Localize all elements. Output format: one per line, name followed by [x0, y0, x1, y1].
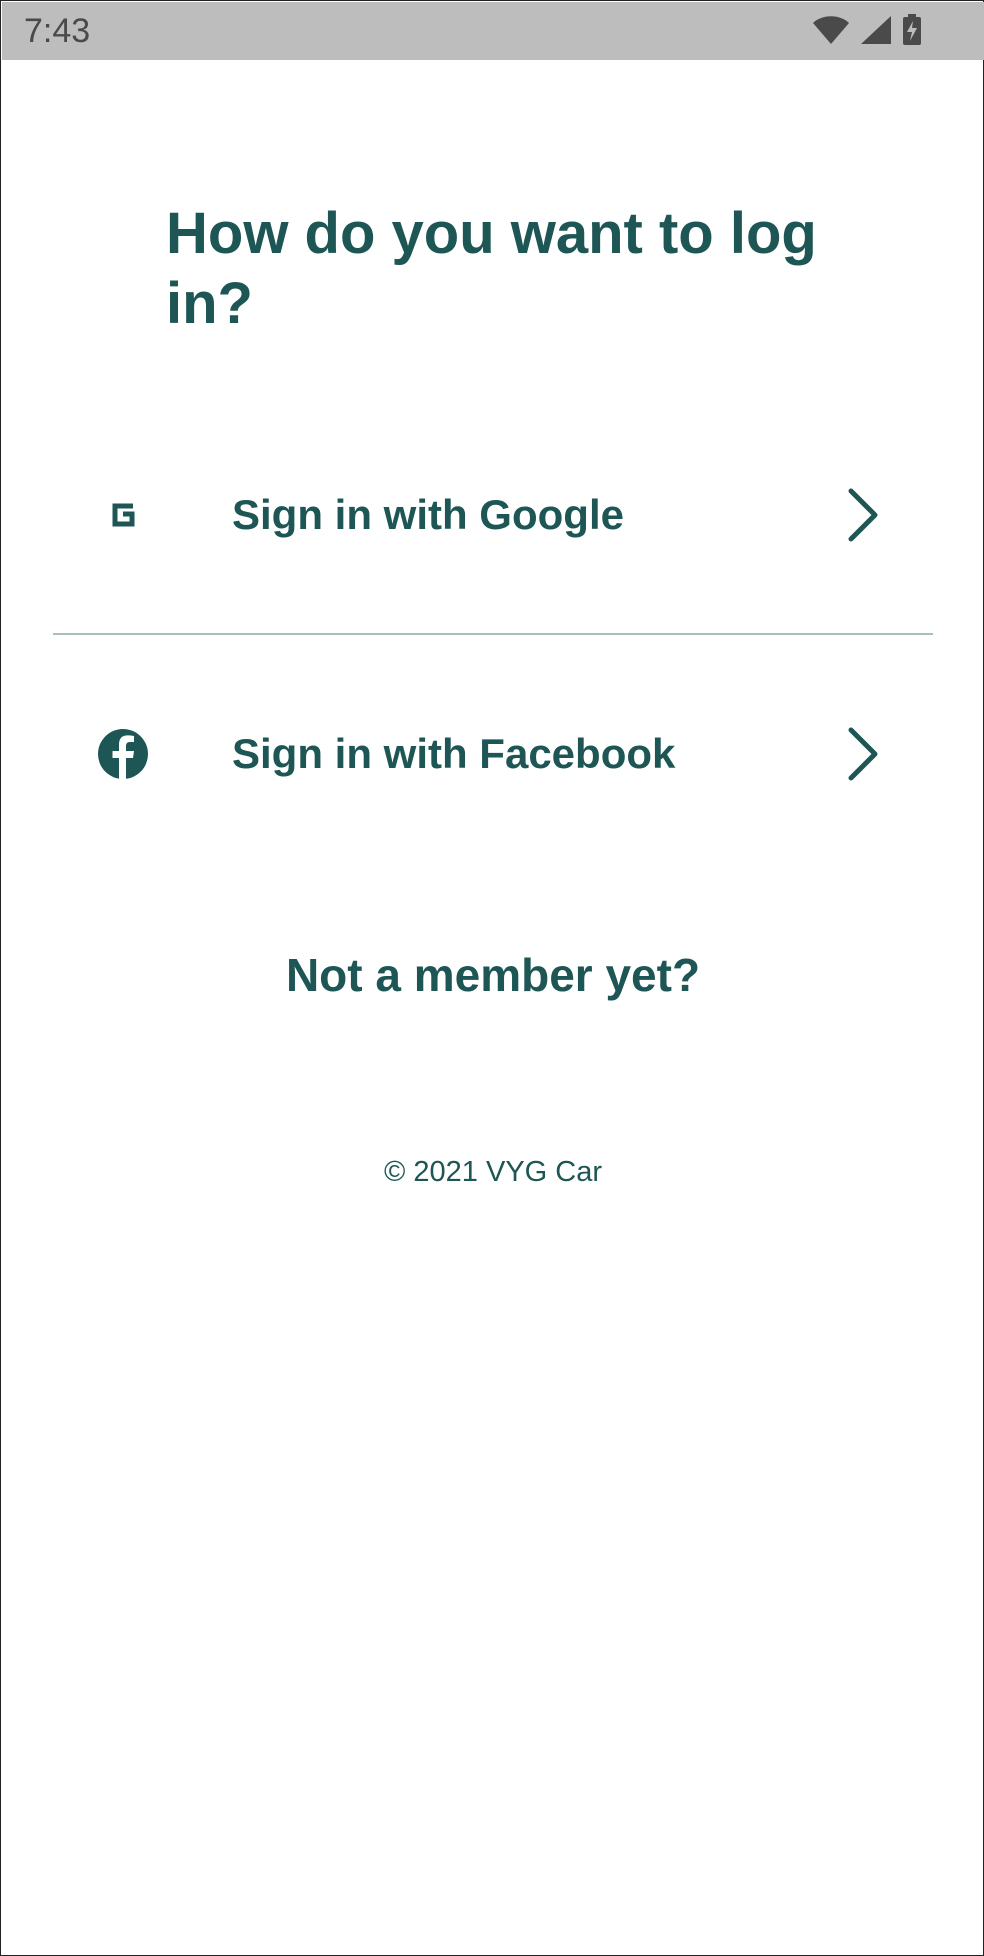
status-icons: [812, 14, 922, 51]
signup-link[interactable]: Not a member yet?: [1, 948, 984, 1002]
facebook-signin-label: Sign in with Facebook: [232, 730, 676, 777]
status-bar: 7:43: [2, 2, 984, 60]
page-title: How do you want to log in?: [166, 201, 817, 336]
chevron-right-icon: [843, 726, 883, 782]
app-screen: 7:43 How do you want to log in? Sign in …: [0, 0, 984, 1956]
status-time: 7:43: [24, 12, 91, 50]
divider: [53, 633, 933, 635]
google-signin-label: Sign in with Google: [232, 491, 624, 538]
copyright-text: © 2021 VYG Car: [383, 1156, 603, 1188]
google-signin-button[interactable]: Sign in with Google: [53, 460, 933, 570]
google-icon: [97, 489, 149, 541]
wifi-icon: [812, 15, 850, 50]
battery-charging-icon: [902, 14, 922, 51]
chevron-right-icon: [843, 487, 883, 543]
facebook-icon: [97, 728, 149, 780]
cell-signal-icon: [860, 15, 892, 50]
facebook-signin-button[interactable]: Sign in with Facebook: [53, 699, 933, 809]
